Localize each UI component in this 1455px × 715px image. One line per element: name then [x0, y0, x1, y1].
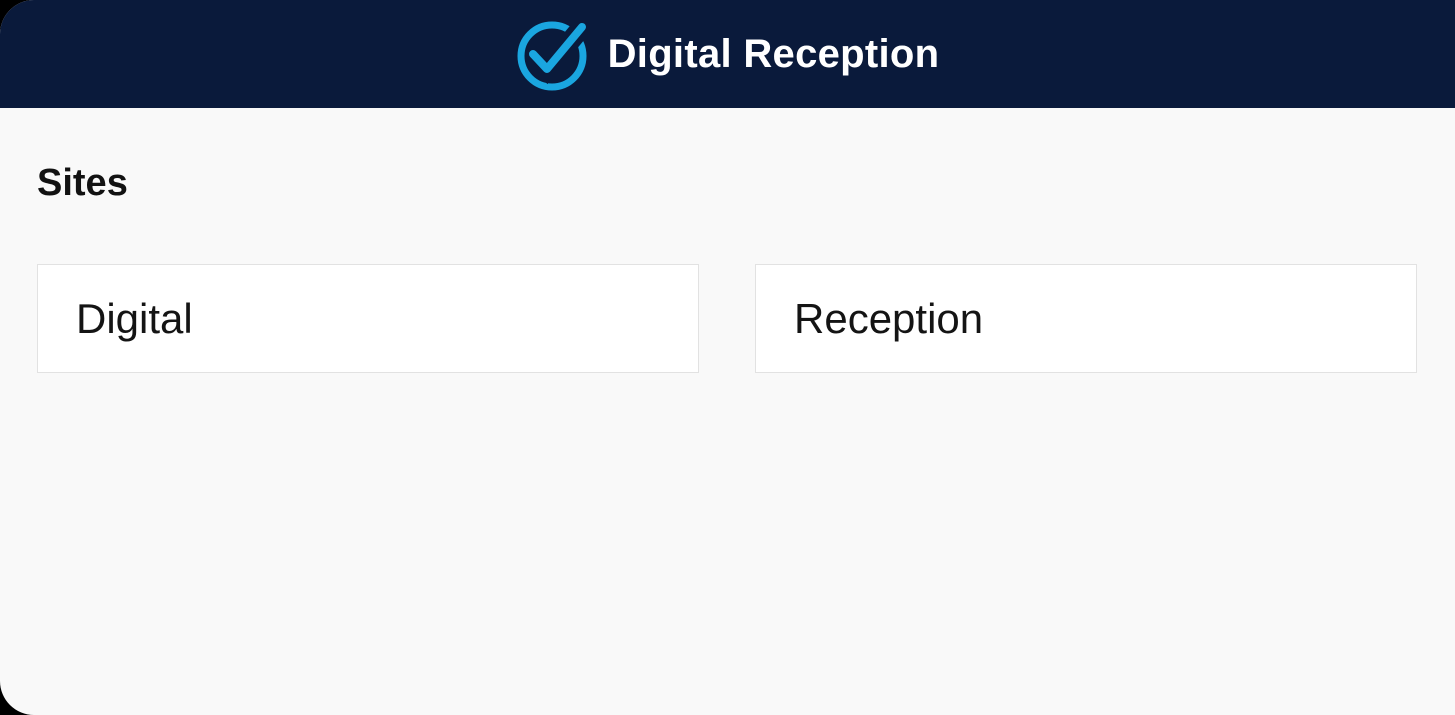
app-screen: Digital Reception Sites Digital Receptio… [0, 0, 1455, 715]
site-card-digital[interactable]: Digital [37, 264, 699, 373]
app-header: Digital Reception [0, 0, 1455, 108]
app-title: Digital Reception [607, 31, 940, 76]
site-card-label: Reception [794, 294, 984, 342]
site-card-reception[interactable]: Reception [755, 264, 1417, 373]
site-card-label: Digital [76, 294, 193, 342]
check-circle-icon [517, 20, 590, 91]
section-title: Sites [37, 162, 128, 204]
site-list: Digital Reception [37, 264, 1418, 373]
